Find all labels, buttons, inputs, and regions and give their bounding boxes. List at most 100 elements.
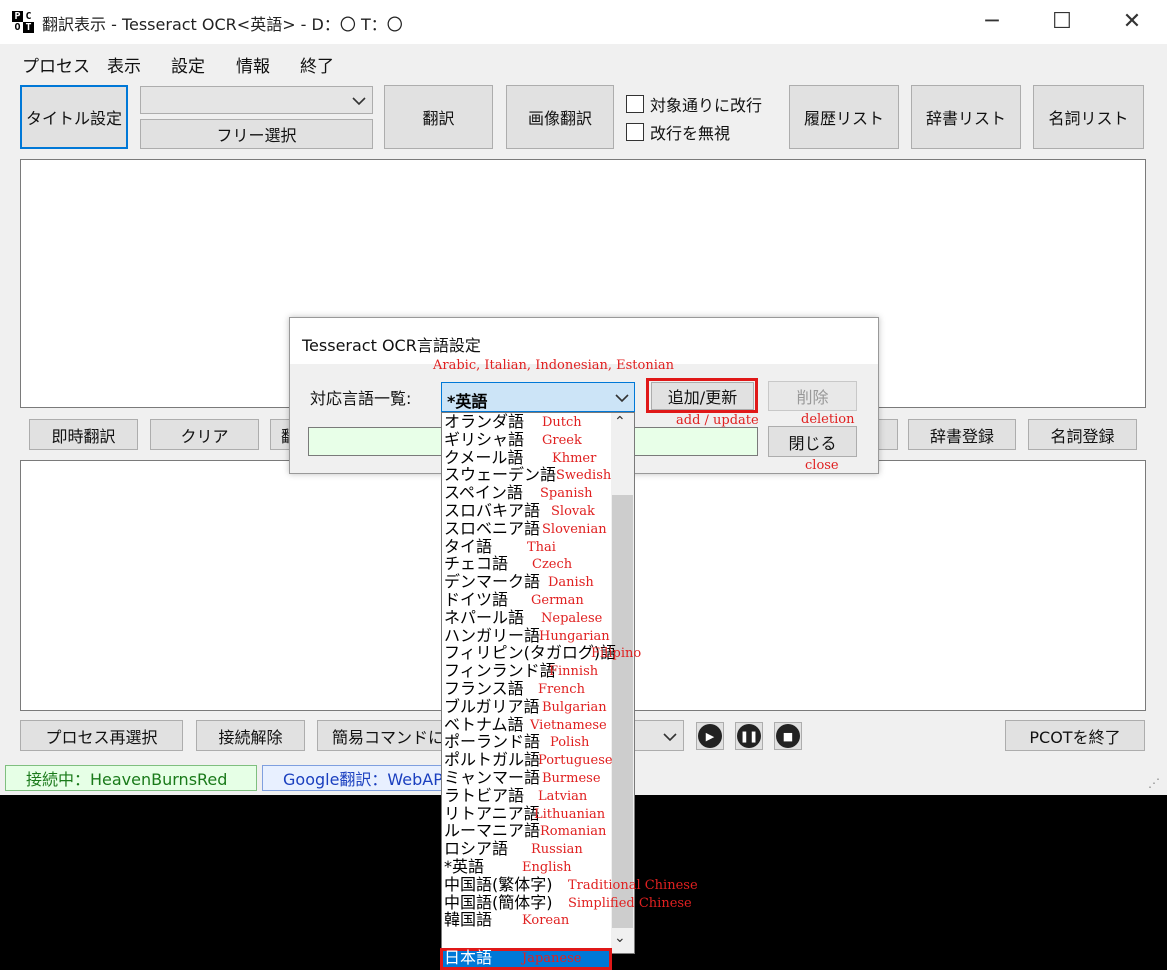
translator-status: Google翻訳：WebAPI — [262, 765, 442, 791]
dialog-close-button[interactable]: 閉じる — [768, 426, 857, 457]
language-option[interactable]: ロシア語 — [444, 840, 508, 857]
language-translation-annotation: Romanian — [540, 824, 607, 840]
language-translation-annotation: Portuguese — [538, 753, 613, 769]
language-option[interactable]: 中国語(簡体字) — [444, 894, 553, 911]
wrap-as-target-label: 対象通りに改行 — [650, 96, 763, 115]
language-translation-annotation: Korean — [522, 913, 570, 929]
language-translation-annotation: English — [522, 860, 572, 875]
checkbox-box[interactable] — [626, 95, 644, 113]
language-option[interactable]: ミャンマー語 — [444, 769, 540, 786]
language-option[interactable]: ポーランド語 — [444, 733, 540, 750]
language-option[interactable]: スペイン語 — [444, 484, 523, 501]
scroll-down-icon[interactable]: ⌄ — [614, 930, 626, 946]
annotation-highlight-box — [646, 378, 758, 413]
language-translation-annotation: Polish — [550, 735, 590, 751]
language-option[interactable]: スロバキア語 — [444, 502, 540, 519]
menu-exit[interactable]: 終了 — [300, 52, 334, 77]
translate-button[interactable]: 翻訳 — [384, 85, 493, 149]
partially-hidden-button-right[interactable] — [878, 419, 898, 450]
annotation-add-update: add / update — [676, 413, 759, 428]
language-translation-annotation: Slovenian — [542, 521, 607, 537]
language-option[interactable]: フランス語 — [444, 680, 524, 697]
language-select[interactable]: *英語 — [441, 382, 635, 412]
language-translation-annotation: Burmese — [542, 771, 601, 786]
language-translation-annotation: Spanish — [540, 486, 593, 502]
language-list-label: 対応言語一覧: — [310, 389, 412, 408]
minimize-button[interactable]: ─ — [957, 0, 1027, 44]
history-list-button[interactable]: 履歴リスト — [789, 85, 899, 149]
language-option[interactable]: ベトナム語 — [444, 716, 524, 733]
language-option[interactable]: ギリシャ語 — [444, 431, 524, 448]
language-option[interactable]: ドイツ語 — [444, 591, 508, 608]
disconnect-button[interactable]: 接続解除 — [196, 720, 305, 751]
command-combo[interactable] — [634, 720, 684, 751]
process-combo[interactable] — [140, 86, 373, 114]
menu-info[interactable]: 情報 — [236, 52, 270, 77]
chevron-down-icon — [352, 97, 366, 106]
language-translation-annotation: Thai — [527, 539, 556, 555]
scroll-up-icon[interactable]: ⌃ — [614, 414, 626, 430]
noun-register-button[interactable]: 名詞登録 — [1028, 419, 1137, 450]
language-option[interactable]: デンマーク語 — [444, 573, 540, 590]
stop-icon: ■ — [776, 724, 800, 748]
checkbox-box[interactable] — [626, 123, 644, 141]
resize-grip-icon[interactable]: ⋰ — [1148, 776, 1160, 790]
language-option[interactable]: 韓国語 — [444, 911, 492, 928]
language-option[interactable]: ネパール語 — [444, 609, 524, 626]
dropdown-scrollbar-thumb[interactable] — [612, 495, 633, 928]
language-option[interactable]: ポルトガル語 — [444, 751, 540, 768]
stop-button[interactable]: ■ — [774, 722, 802, 750]
annotation-close: close — [805, 458, 839, 473]
language-option[interactable]: ラトビア語 — [444, 787, 524, 804]
language-translation-annotation: Vietnamese — [530, 717, 607, 733]
language-option[interactable]: チェコ語 — [444, 555, 508, 572]
menu-settings[interactable]: 設定 — [171, 52, 205, 77]
simple-command-button[interactable]: 簡易コマンドに任 — [317, 720, 443, 751]
language-translation-annotation: Dutch — [542, 415, 582, 430]
language-translation-annotation: Russian — [531, 842, 583, 858]
wrap-as-target-checkbox[interactable]: 対象通りに改行 — [626, 92, 762, 116]
exit-pcot-button[interactable]: PCOTを終了 — [1005, 720, 1145, 751]
maximize-button[interactable]: ☐ — [1027, 0, 1097, 44]
image-translate-button[interactable]: 画像翻訳 — [506, 85, 614, 149]
close-button[interactable]: ✕ — [1097, 0, 1167, 44]
language-option[interactable]: 中国語(繁体字) — [444, 876, 553, 893]
language-option[interactable]: ブルガリア語 — [444, 698, 540, 715]
language-option[interactable]: クメール語 — [444, 449, 523, 466]
language-translation-annotation: Slovak — [551, 504, 595, 519]
language-option[interactable]: オランダ語 — [444, 413, 524, 430]
pause-icon: ❚❚ — [737, 724, 761, 748]
reselect-process-button[interactable]: プロセス再選択 — [20, 720, 183, 751]
ignore-newlines-label: 改行を無視 — [650, 124, 731, 143]
free-select-button[interactable]: フリー選択 — [140, 119, 373, 149]
chevron-down-icon — [615, 394, 629, 403]
language-translation-annotation: Finnish — [549, 664, 599, 680]
title-setting-button[interactable]: タイトル設定 — [20, 85, 128, 149]
language-option[interactable]: ハンガリー語 — [444, 627, 540, 644]
language-option[interactable]: *英語 — [444, 858, 484, 875]
annotation-deletion: deletion — [801, 412, 855, 427]
language-translation-annotation: Latvian — [538, 788, 588, 804]
instant-translate-button[interactable]: 即時翻訳 — [29, 419, 138, 450]
menu-process[interactable]: プロセス — [22, 52, 90, 77]
pause-button[interactable]: ❚❚ — [735, 722, 763, 750]
language-option[interactable]: フィンランド語 — [444, 662, 556, 679]
language-option[interactable]: リトアニア語 — [444, 805, 540, 822]
ignore-newlines-checkbox[interactable]: 改行を無視 — [626, 120, 730, 144]
dictionary-list-button[interactable]: 辞書リスト — [911, 85, 1021, 149]
noun-list-button[interactable]: 名詞リスト — [1033, 85, 1144, 149]
play-icon: ▶ — [698, 724, 722, 748]
language-option[interactable]: スウェーデン語 — [444, 466, 556, 483]
menu-view[interactable]: 表示 — [107, 52, 141, 77]
language-translation-annotation: Czech — [532, 557, 573, 573]
annotation-missing-languages: Arabic, Italian, Indonesian, Estonian — [433, 358, 674, 373]
language-translation-annotation: Nepalese — [541, 610, 603, 626]
play-button[interactable]: ▶ — [696, 722, 724, 750]
clear-button[interactable]: クリア — [150, 419, 259, 450]
language-option[interactable]: ルーマニア語 — [444, 822, 540, 839]
delete-button[interactable]: 削除 — [768, 381, 857, 411]
dictionary-register-button[interactable]: 辞書登録 — [908, 419, 1016, 450]
language-option[interactable]: スロベニア語 — [444, 520, 540, 537]
language-option[interactable]: タイ語 — [444, 538, 492, 555]
connection-status: 接続中：HeavenBurnsRed — [5, 765, 257, 791]
